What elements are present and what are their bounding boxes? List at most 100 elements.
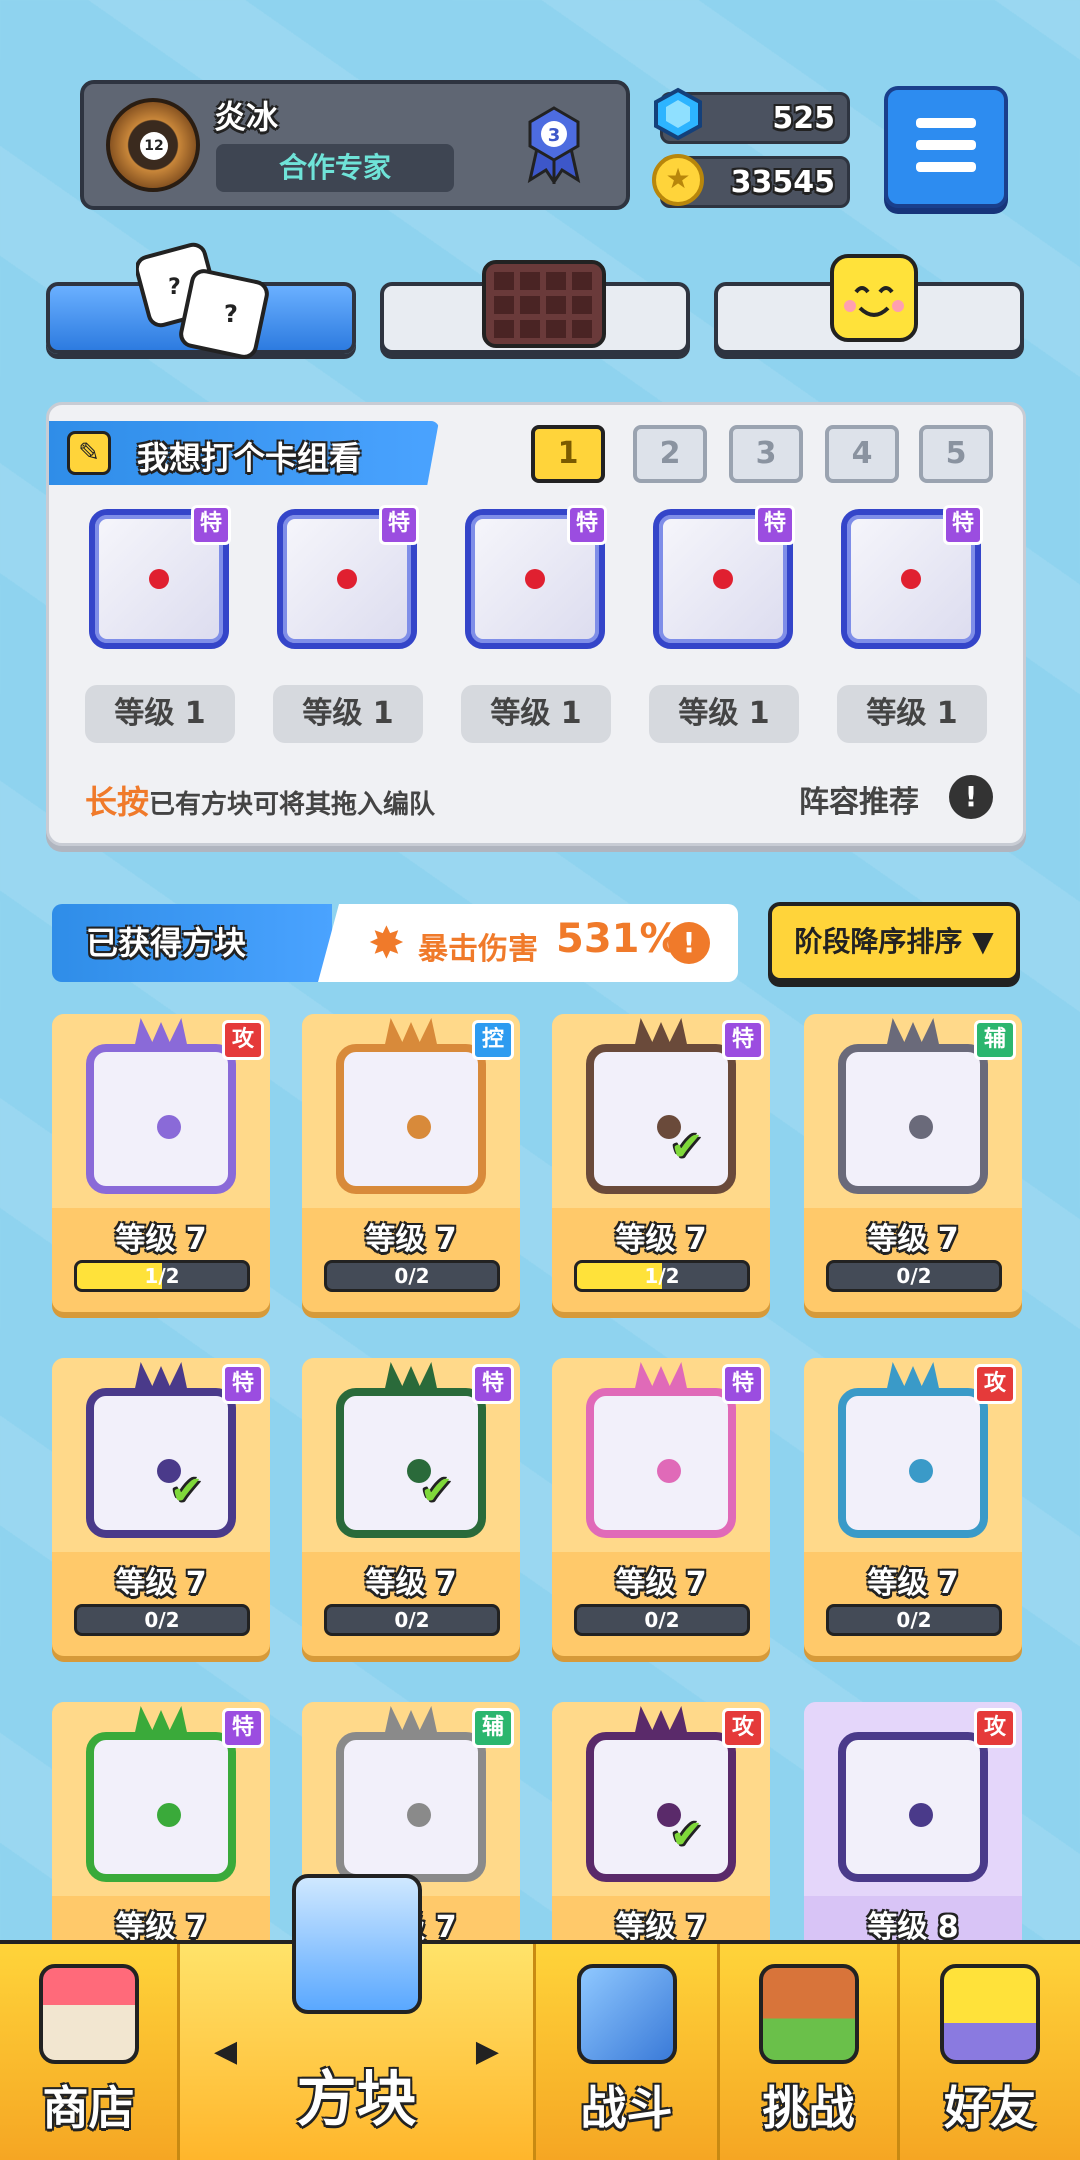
- gem-icon: [654, 87, 702, 141]
- block-card[interactable]: 辅等级 7 0/2: [804, 1014, 1022, 1312]
- deck-number-2[interactable]: 2: [633, 425, 707, 483]
- deck-number-3[interactable]: 3: [729, 425, 803, 483]
- type-tag: 特: [943, 505, 983, 545]
- block-frame: [86, 1732, 236, 1882]
- block-level: 等级 7: [365, 1222, 457, 1257]
- deck-title-bar[interactable]: ✎ 我想打个卡组看: [49, 421, 439, 485]
- dice-cube-icon: [291, 1874, 422, 2014]
- block-card[interactable]: 攻等级 7 0/2: [804, 1358, 1022, 1656]
- nav-battle[interactable]: 战斗: [536, 1944, 720, 2160]
- nav-battle-label: 战斗: [580, 2081, 673, 2135]
- player-name: 炎冰: [214, 98, 279, 136]
- checkmark-icon: ✔: [670, 1812, 704, 1858]
- deck-slot-level: 等级 1: [837, 685, 987, 743]
- info-icon[interactable]: !: [949, 775, 993, 819]
- block-dot-icon: [909, 1803, 933, 1827]
- nav-friends[interactable]: 好友: [900, 1944, 1080, 2160]
- nav-blocks-label: 方块: [296, 2065, 417, 2135]
- block-level: 等级 7: [115, 1222, 207, 1257]
- block-dot-icon: [407, 1115, 431, 1139]
- block-dot-icon: [157, 1115, 181, 1139]
- type-tag: 特: [379, 505, 419, 545]
- type-tag: 特: [722, 1364, 764, 1404]
- deck-number-5[interactable]: 5: [919, 425, 993, 483]
- crit-info-icon[interactable]: !: [668, 922, 710, 964]
- type-tag: 特: [222, 1364, 264, 1404]
- sort-button[interactable]: 阶段降序排序 ▼: [768, 902, 1020, 982]
- block-card[interactable]: 特 ✔ 等级 7 0/2: [52, 1358, 270, 1656]
- block-level: 等级 7: [615, 1566, 707, 1601]
- type-tag: 辅: [974, 1020, 1016, 1060]
- deck-slot[interactable]: 特: [841, 505, 983, 649]
- player-profile-panel[interactable]: 12 炎冰 合作专家 3: [80, 80, 630, 210]
- block-card[interactable]: 特 ✔ 等级 7 1/2: [552, 1014, 770, 1312]
- block-frame: [838, 1044, 988, 1194]
- board-icon: [482, 260, 606, 348]
- progress-text: 0/2: [394, 1608, 430, 1632]
- upgrade-progress-bar: 0/2: [574, 1604, 750, 1636]
- tab-skin[interactable]: [714, 254, 1024, 354]
- progress-text: 0/2: [394, 1264, 430, 1288]
- nav-friends-label: 好友: [944, 2081, 1036, 2135]
- block-frame: [86, 1044, 236, 1194]
- crit-value: 531%: [556, 916, 680, 962]
- lineup-recommend-link[interactable]: 阵容推荐: [799, 777, 919, 821]
- nav-shop[interactable]: 商店: [0, 1944, 180, 2160]
- svg-text:?: ?: [168, 275, 181, 300]
- burst-icon: ✸: [368, 918, 405, 969]
- type-tag: 攻: [974, 1364, 1016, 1404]
- tab-dice[interactable]: ??: [46, 242, 356, 359]
- upgrade-progress-bar: 0/2: [324, 1260, 500, 1292]
- collection-title: 已获得方块: [52, 904, 332, 982]
- progress-text: 0/2: [896, 1608, 932, 1632]
- block-dot-icon: [909, 1115, 933, 1139]
- crit-damage-box: ✸ 暴击伤害 531% !: [318, 904, 738, 982]
- player-avatar[interactable]: 12: [106, 98, 200, 192]
- crit-label: 暴击伤害: [418, 932, 538, 967]
- avatar-level-badge: 12: [140, 132, 168, 160]
- dice-dot-icon: [525, 569, 545, 589]
- block-card[interactable]: 攻等级 7 1/2: [52, 1014, 270, 1312]
- deck-slot[interactable]: 特: [277, 505, 419, 649]
- shop-icon: [38, 1964, 139, 2064]
- coin-count: 33545: [730, 165, 835, 200]
- checkmark-icon: ✔: [670, 1124, 704, 1170]
- pencil-icon[interactable]: ✎: [67, 431, 111, 475]
- block-frame: [86, 1388, 236, 1538]
- deck-slot[interactable]: 特: [89, 505, 231, 649]
- type-tag: 特: [191, 505, 231, 545]
- signboard-icon: [758, 1964, 859, 2064]
- block-frame: [838, 1388, 988, 1538]
- block-card[interactable]: 特 ✔ 等级 7 0/2: [302, 1358, 520, 1656]
- tab-board[interactable]: [380, 260, 690, 354]
- deck-slot[interactable]: 特: [465, 505, 607, 649]
- type-tag: 特: [222, 1708, 264, 1748]
- type-tag: 特: [755, 505, 795, 545]
- drag-hint: 长按已有方块可将其拖入编队: [85, 777, 435, 823]
- upgrade-progress-bar: 0/2: [826, 1604, 1002, 1636]
- upgrade-progress-bar: 1/2: [574, 1260, 750, 1292]
- block-level: 等级 7: [615, 1222, 707, 1257]
- nav-challenge[interactable]: 挑战: [720, 1944, 900, 2160]
- type-tag: 攻: [222, 1020, 264, 1060]
- upgrade-progress-bar: 0/2: [826, 1260, 1002, 1292]
- deck-number-1[interactable]: 1: [531, 425, 605, 483]
- dice-dot-icon: [149, 569, 169, 589]
- deck-slot[interactable]: 特: [653, 505, 795, 649]
- block-frame: [336, 1732, 486, 1882]
- nav-blocks[interactable]: ◀ ▶ 方块: [180, 1874, 536, 2160]
- deck-slot-level: 等级 1: [649, 685, 799, 743]
- block-card[interactable]: 特等级 7 0/2: [552, 1358, 770, 1656]
- block-level: 等级 7: [365, 1566, 457, 1601]
- type-tag: 特: [472, 1364, 514, 1404]
- menu-button[interactable]: [884, 86, 1008, 208]
- gem-count: 525: [772, 101, 835, 136]
- block-card[interactable]: 控等级 7 0/2: [302, 1014, 520, 1312]
- checkmark-icon: ✔: [170, 1468, 204, 1514]
- svg-text:?: ?: [224, 300, 238, 328]
- block-frame: [586, 1044, 736, 1194]
- block-frame: [336, 1044, 486, 1194]
- hint-emphasis: 长按: [85, 783, 150, 821]
- menu-icon: [916, 118, 976, 128]
- deck-number-4[interactable]: 4: [825, 425, 899, 483]
